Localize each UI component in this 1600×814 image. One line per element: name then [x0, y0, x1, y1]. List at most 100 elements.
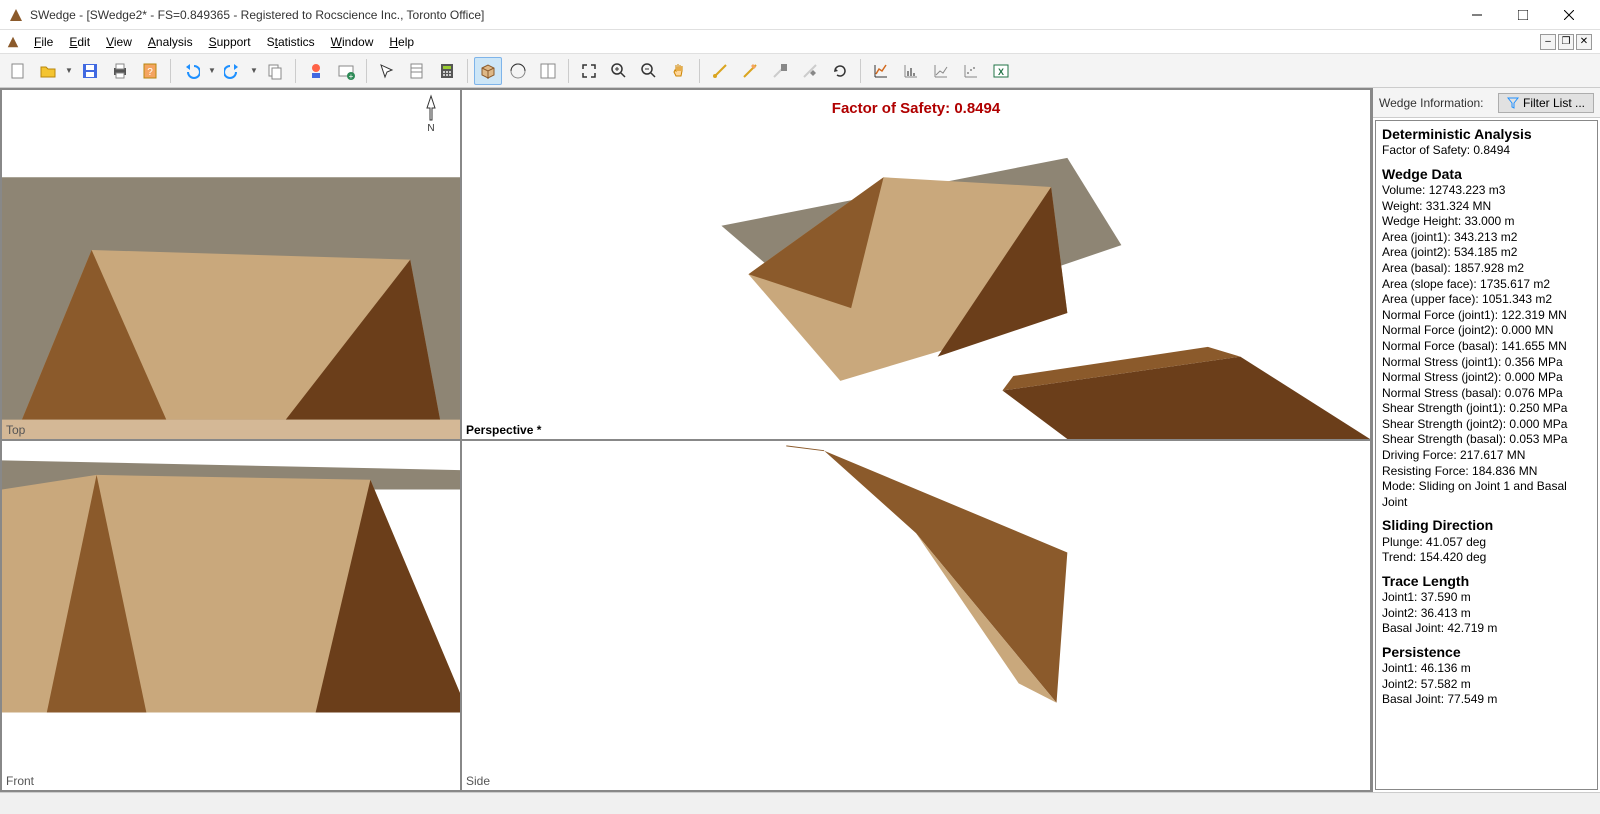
- chart-cum-button[interactable]: [957, 57, 985, 85]
- filter-list-button[interactable]: Filter List ...: [1498, 93, 1594, 113]
- print-button[interactable]: [106, 57, 134, 85]
- info-line: Shear Strength (joint2): 0.000 MPa: [1382, 417, 1591, 433]
- viewport-top[interactable]: N Top: [1, 89, 461, 440]
- info-line: Area (basal): 1857.928 m2: [1382, 261, 1591, 277]
- analysis-header: Deterministic Analysis: [1382, 125, 1591, 143]
- wedge-data-header: Wedge Data: [1382, 165, 1591, 183]
- sliding-header: Sliding Direction: [1382, 516, 1591, 534]
- rotate-button[interactable]: [826, 57, 854, 85]
- info-line: Volume: 12743.223 m3: [1382, 183, 1591, 199]
- viewports-grid: N Top Factor of Safety: 0.8494 Perspecti…: [0, 88, 1372, 792]
- info-line: Normal Stress (basal): 0.076 MPa: [1382, 386, 1591, 402]
- menu-help[interactable]: Help: [381, 33, 422, 51]
- info-line: Shear Strength (basal): 0.053 MPa: [1382, 432, 1591, 448]
- chart-line-button[interactable]: [867, 57, 895, 85]
- trace-header: Trace Length: [1382, 572, 1591, 590]
- viewport-side[interactable]: Side: [461, 440, 1371, 791]
- minimize-button[interactable]: [1454, 0, 1500, 30]
- menu-file[interactable]: File: [26, 33, 61, 51]
- info-line: Normal Force (joint2): 0.000 MN: [1382, 323, 1591, 339]
- info-line: Normal Stress (joint1): 0.356 MPa: [1382, 355, 1591, 371]
- input-data-button[interactable]: [302, 57, 330, 85]
- persist-header: Persistence: [1382, 643, 1591, 661]
- help-button[interactable]: ?: [136, 57, 164, 85]
- info-line: Joint2: 36.413 m: [1382, 606, 1591, 622]
- window-title: SWedge - [SWedge2* - FS=0.849365 - Regis…: [30, 8, 1454, 22]
- new-button[interactable]: [4, 57, 32, 85]
- select-button[interactable]: [373, 57, 401, 85]
- info-line: Plunge: 41.057 deg: [1382, 535, 1591, 551]
- viewport-perspective[interactable]: Factor of Safety: 0.8494 Perspective *: [461, 89, 1371, 440]
- sheet-button[interactable]: [403, 57, 431, 85]
- svg-text:X: X: [998, 67, 1004, 77]
- mdi-controls: – ❐ ✕: [1540, 34, 1596, 50]
- info-line: Basal Joint: 42.719 m: [1382, 621, 1591, 637]
- info-line: Area (joint1): 343.213 m2: [1382, 230, 1591, 246]
- export-excel-button[interactable]: X: [987, 57, 1015, 85]
- menu-view[interactable]: View: [98, 33, 140, 51]
- app-icon: [8, 7, 24, 23]
- maximize-button[interactable]: [1500, 0, 1546, 30]
- view-split-button[interactable]: [534, 57, 562, 85]
- statusbar: [0, 792, 1600, 814]
- svg-text:?: ?: [147, 67, 153, 78]
- view-stereo-button[interactable]: [504, 57, 532, 85]
- info-line: Joint2: 57.582 m: [1382, 677, 1591, 693]
- menu-edit[interactable]: Edit: [61, 33, 98, 51]
- edit-bolt-button[interactable]: [736, 57, 764, 85]
- info-line: Normal Stress (joint2): 0.000 MPa: [1382, 370, 1591, 386]
- svg-text:+: +: [349, 72, 354, 80]
- zoom-out-button[interactable]: [635, 57, 663, 85]
- info-line: Wedge Height: 33.000 m: [1382, 214, 1591, 230]
- info-line: Mode: Sliding on Joint 1 and Basal Joint: [1382, 479, 1591, 510]
- chart-scatter-button[interactable]: [927, 57, 955, 85]
- bolt-button[interactable]: [706, 57, 734, 85]
- add-button[interactable]: +: [332, 57, 360, 85]
- open-dropdown[interactable]: ▼: [64, 66, 74, 75]
- sidebar-wedge-info: Wedge Information: Filter List ... Deter…: [1372, 88, 1600, 792]
- copy-button[interactable]: [261, 57, 289, 85]
- menu-support[interactable]: Support: [201, 33, 259, 51]
- undo-dropdown[interactable]: ▼: [207, 66, 217, 75]
- mdi-minimize[interactable]: –: [1540, 34, 1556, 50]
- menu-window[interactable]: Window: [323, 33, 382, 51]
- close-button[interactable]: [1546, 0, 1592, 30]
- redo-dropdown[interactable]: ▼: [249, 66, 259, 75]
- menubar: File Edit View Analysis Support Statisti…: [0, 30, 1600, 54]
- sidebar-title: Wedge Information:: [1379, 96, 1492, 110]
- bolt-props-button[interactable]: [796, 57, 824, 85]
- mdi-close[interactable]: ✕: [1576, 34, 1592, 50]
- info-line: Area (upper face): 1051.343 m2: [1382, 292, 1591, 308]
- delete-bolt-button[interactable]: [766, 57, 794, 85]
- save-button[interactable]: [76, 57, 104, 85]
- undo-button[interactable]: [177, 57, 205, 85]
- info-line: Weight: 331.324 MN: [1382, 199, 1591, 215]
- chart-bar-button[interactable]: [897, 57, 925, 85]
- info-line: Factor of Safety: 0.8494: [1382, 143, 1591, 159]
- toolbar: ▼ ? ▼ ▼ + X: [0, 54, 1600, 88]
- pan-button[interactable]: [665, 57, 693, 85]
- compute-button[interactable]: [433, 57, 461, 85]
- viewport-top-label: Top: [6, 423, 25, 437]
- north-arrow-icon: N: [422, 94, 440, 134]
- zoom-in-button[interactable]: [605, 57, 633, 85]
- titlebar: SWedge - [SWedge2* - FS=0.849365 - Regis…: [0, 0, 1600, 30]
- viewport-side-label: Side: [466, 774, 490, 788]
- info-line: Resisting Force: 184.836 MN: [1382, 464, 1591, 480]
- info-line: Shear Strength (joint1): 0.250 MPa: [1382, 401, 1591, 417]
- view-3d-button[interactable]: [474, 57, 502, 85]
- menu-analysis[interactable]: Analysis: [140, 33, 201, 51]
- mdi-restore[interactable]: ❐: [1558, 34, 1574, 50]
- open-button[interactable]: [34, 57, 62, 85]
- info-body[interactable]: Deterministic Analysis Factor of Safety:…: [1375, 120, 1598, 790]
- menu-statistics[interactable]: Statistics: [259, 33, 323, 51]
- info-line: Normal Force (joint1): 122.319 MN: [1382, 308, 1591, 324]
- info-line: Area (joint2): 534.185 m2: [1382, 245, 1591, 261]
- redo-button[interactable]: [219, 57, 247, 85]
- zoom-extents-button[interactable]: [575, 57, 603, 85]
- info-line: Driving Force: 217.617 MN: [1382, 448, 1591, 464]
- doc-icon: [6, 35, 20, 49]
- info-line: Basal Joint: 77.549 m: [1382, 692, 1591, 708]
- viewport-front[interactable]: Front: [1, 440, 461, 791]
- fos-label: Factor of Safety: 0.8494: [832, 100, 1000, 117]
